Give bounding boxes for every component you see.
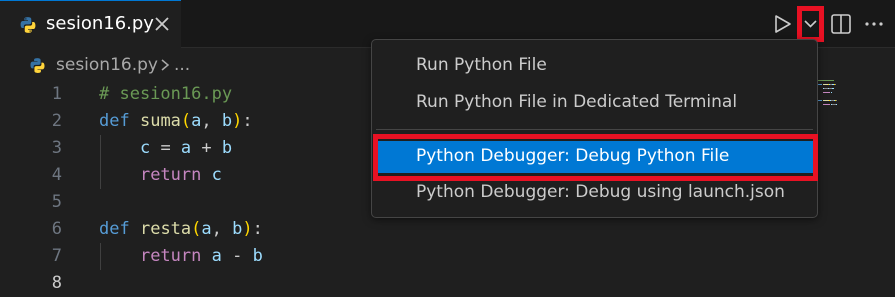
code-token: + [191,138,222,158]
code-line[interactable]: 7 return a - b [0,243,895,270]
code-token: ) [242,219,253,239]
code-token: : [252,219,263,239]
code-token: resta [139,219,192,239]
run-dropdown-menu: Run Python File Run Python File in Dedic… [371,39,818,218]
breadcrumb-overflow[interactable]: ... [174,55,190,75]
code-token: def [99,219,130,239]
close-icon[interactable] [152,14,172,34]
chevron-right-icon [161,59,170,71]
minimap-stroke [836,104,838,105]
code-text: def resta(a, b): [99,216,263,243]
code-token: b [252,246,263,266]
editor-tab[interactable]: sesion16.py [0,0,181,48]
minimap-stroke [818,100,822,101]
code-text: def suma(a, b): [99,108,253,135]
python-file-icon [30,58,45,73]
minimap-stroke [834,84,836,85]
code-text: # sesion16.py [99,81,232,108]
menu-separator [376,129,813,130]
code-token: # sesion16.py [99,84,233,104]
line-number: 5 [51,192,62,212]
menu-item-label: Run Python File in Dedicated Terminal [416,92,738,112]
indent-guide [100,243,101,270]
code-token: , [201,111,222,131]
run-icon[interactable] [770,10,796,38]
line-number: 7 [51,246,62,266]
code-token: c [139,138,151,158]
menu-item-run-dedicated-terminal[interactable]: Run Python File in Dedicated Terminal [376,87,813,119]
code-token: ( [180,111,192,131]
code-line[interactable]: 6 def resta(a, b): [0,216,895,243]
code-text: return c [99,162,222,189]
minimap-stroke [822,104,830,105]
highlight-box [373,134,818,181]
code-token: b [221,111,233,131]
line-number: 8 [51,273,62,293]
code-token: suma [139,111,181,131]
chevron-down-icon [804,20,817,28]
indent-guide [100,135,101,189]
line-number: 4 [51,165,62,185]
tab-file-name: sesion16.py [46,13,154,34]
minimap-stroke [836,100,838,101]
code-token: a [201,219,212,239]
line-number: 3 [51,138,62,158]
breadcrumb-file[interactable]: sesion16.py [56,55,158,75]
code-text: return a - b [99,243,263,270]
code-token: : [242,111,253,131]
minimap-stroke [831,92,833,93]
code-token: b [232,219,243,239]
python-file-icon [20,17,36,33]
more-actions-icon[interactable] [861,10,887,38]
code-token: return [139,246,202,266]
code-token: return [139,165,202,185]
minimap-stroke [818,84,822,85]
line-number: 1 [51,84,62,104]
code-text: c = a + b [99,135,232,162]
code-token: a [191,111,202,131]
minimap-stroke [832,88,834,89]
code-token: a [211,246,222,266]
code-token: ( [191,219,202,239]
line-number: 2 [51,111,62,131]
menu-item-label: Python Debugger: Debug using launch.json [416,182,785,202]
code-token: , [211,219,233,239]
code-token: def [99,111,130,131]
menu-item-label: Run Python File [416,55,547,75]
menu-item-run-python-file[interactable]: Run Python File [376,50,813,82]
code-token: - [221,246,253,266]
split-editor-icon[interactable] [828,10,854,38]
run-dropdown-button[interactable] [797,6,824,42]
code-token: = [150,138,181,158]
code-token: b [221,138,233,158]
menu-item-debug-launch-json[interactable]: Python Debugger: Debug using launch.json [376,177,813,209]
code-token: ) [232,111,243,131]
line-number: 6 [51,219,62,239]
code-token: c [211,165,222,185]
code-line[interactable]: 8 [0,270,895,297]
code-token: a [180,138,192,158]
minimap-stroke [818,80,834,81]
minimap-stroke [822,92,830,93]
minimap[interactable] [818,78,858,128]
